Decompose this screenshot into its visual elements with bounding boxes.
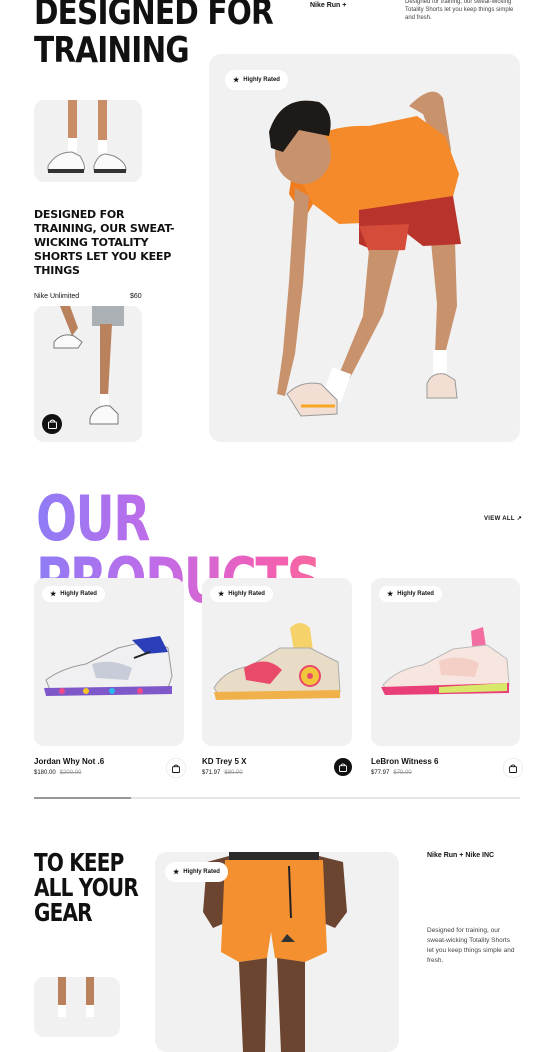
- star-icon: ★: [233, 77, 240, 84]
- section-title-gear: TO KEEP ALL YOUR GEAR: [34, 848, 139, 927]
- shopping-bag-icon[interactable]: [334, 758, 352, 776]
- thumbnail-legs-card[interactable]: [34, 100, 142, 182]
- legs-sneakers-image: [47, 100, 127, 173]
- star-icon: ★: [218, 591, 225, 598]
- kd-sneaker-image: [213, 623, 341, 700]
- product-badge: ★ Highly Rated: [42, 586, 105, 602]
- hero-side-description: DESIGNED FOR TRAINING, OUR SWEAT-WICKING…: [34, 208, 175, 277]
- product-price-current: $71.97: [202, 770, 221, 776]
- product-badge: ★ Highly Rated: [379, 586, 442, 602]
- jordan-sneaker-image: [44, 636, 173, 696]
- product-price: $77.97 $79.00: [371, 770, 412, 776]
- product-name[interactable]: KD Trey 5 X: [202, 757, 246, 766]
- gear-thumbnail-card[interactable]: [34, 977, 120, 1037]
- gear-description: Designed for training, our sweat-wicking…: [427, 927, 515, 964]
- gear-badge: ★ Highly Rated: [165, 862, 228, 882]
- carousel-scroll-thumb[interactable]: [34, 797, 132, 799]
- product-name[interactable]: Jordan Why Not .6: [34, 757, 104, 766]
- star-icon: ★: [50, 591, 57, 598]
- side-product-price: $60: [130, 293, 142, 300]
- gear-label: Nike Run + Nike INC: [427, 852, 495, 859]
- product-price-old: $79.00: [393, 770, 412, 776]
- shopping-bag-icon[interactable]: [503, 758, 523, 778]
- hero-top-desc: Designed for training, our sweat-wicking…: [405, 0, 514, 21]
- athlete-stretching-image: [269, 91, 461, 417]
- product-price-old: $80.00: [224, 770, 243, 776]
- view-all-link[interactable]: VIEW ALL ↗: [484, 515, 522, 522]
- product-card-lebron[interactable]: ★ Highly Rated: [371, 578, 520, 746]
- shopping-bag-icon[interactable]: [166, 758, 186, 778]
- hero-badge-label: Highly Rated: [243, 77, 280, 83]
- product-price: $180.00 $200.00: [34, 770, 81, 776]
- product-price: $71.97 $80.00: [202, 770, 243, 776]
- lebron-sneaker-image: [381, 627, 510, 695]
- hero-image-card[interactable]: ★ Highly Rated: [209, 54, 520, 442]
- carousel-scrollbar[interactable]: [34, 797, 520, 799]
- product-badge-label: Highly Rated: [397, 591, 434, 597]
- side-product-card[interactable]: [34, 306, 142, 442]
- athlete-shorts-image: [203, 852, 347, 1052]
- gear-badge-label: Highly Rated: [183, 869, 220, 875]
- product-price-current: $180.00: [34, 770, 56, 776]
- product-card-kd[interactable]: ★ Highly Rated: [202, 578, 352, 746]
- hero-top-label: Nike Run +: [310, 2, 347, 9]
- gear-image-card[interactable]: ★ Highly Rated: [155, 852, 399, 1052]
- shopping-bag-icon[interactable]: [42, 414, 62, 434]
- product-price-current: $77.97: [371, 770, 390, 776]
- product-price-old: $200.00: [59, 770, 82, 776]
- product-badge-label: Highly Rated: [228, 591, 265, 597]
- product-card-jordan[interactable]: ★ Highly Rated: [34, 578, 184, 746]
- gear-legs-image: [58, 977, 94, 1017]
- side-product-name: Nike Unlimited: [34, 293, 80, 300]
- product-badge: ★ Highly Rated: [210, 586, 273, 602]
- hero-badge: ★ Highly Rated: [225, 70, 288, 90]
- product-name[interactable]: LeBron Witness 6: [371, 757, 439, 766]
- star-icon: ★: [173, 869, 180, 876]
- star-icon: ★: [387, 591, 394, 598]
- product-badge-label: Highly Rated: [60, 591, 97, 597]
